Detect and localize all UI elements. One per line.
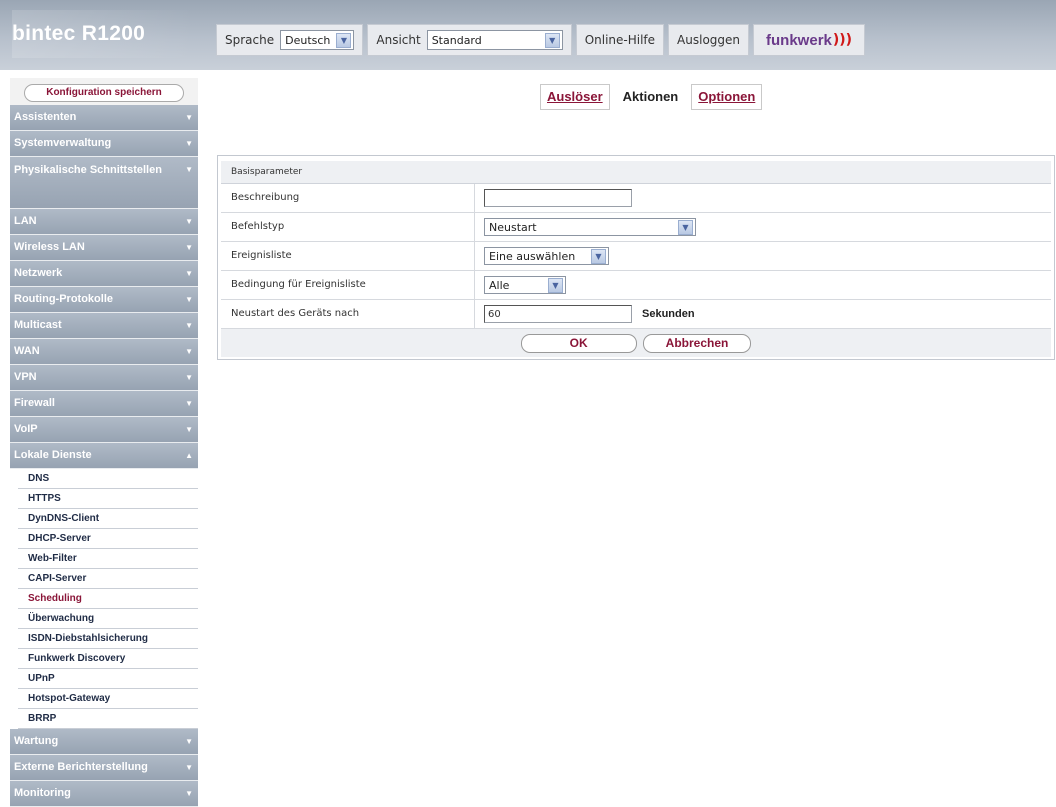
chevron-down-icon: ▼ <box>185 347 193 356</box>
language-label: Sprache <box>225 33 275 47</box>
chevron-down-icon: ▼ <box>185 139 193 148</box>
sidebar-subitem-dns[interactable]: DNS <box>18 469 198 489</box>
form-panel: Basisparameter Beschreibung Befehlstyp N… <box>217 155 1055 360</box>
chevron-down-icon: ▼ <box>185 737 193 746</box>
chevron-down-icon: ▼ <box>185 113 193 122</box>
row-description: Beschreibung <box>221 184 1051 213</box>
row-event-list: Ereignisliste Eine auswählen ▼ <box>221 242 1051 271</box>
sidebar-subitem-ueberwachung[interactable]: Überwachung <box>18 609 198 629</box>
sidebar-subitem-isdn-diebstahlsicherung[interactable]: ISDN-Diebstahlsicherung <box>18 629 198 649</box>
chevron-down-icon: ▼ <box>185 789 193 798</box>
view-selector: Ansicht Standard ▼ <box>367 24 572 56</box>
sidebar-item-multicast[interactable]: Multicast ▼ <box>10 313 198 339</box>
tab-aktionen[interactable]: Aktionen <box>615 84 686 110</box>
sidebar-nav: Konfiguration speichern Assistenten ▼ Sy… <box>10 78 198 807</box>
chevron-down-icon: ▼ <box>185 321 193 330</box>
header-bar: bintec R1200 Sprache Deutsch ▼ Ansicht S… <box>0 0 1056 70</box>
sidebar-item-wireless-lan[interactable]: Wireless LAN ▼ <box>10 235 198 261</box>
sidebar-item-vpn[interactable]: VPN ▼ <box>10 365 198 391</box>
brand-title: bintec R1200 <box>12 10 197 58</box>
chevron-down-icon: ▼ <box>185 165 193 174</box>
sidebar-item-externe-berichterstellung[interactable]: Externe Berichterstellung ▼ <box>10 755 198 781</box>
chevron-down-icon: ▼ <box>185 217 193 226</box>
chevron-down-icon: ▼ <box>678 219 693 235</box>
save-configuration-button[interactable]: Konfiguration speichern <box>24 84 184 102</box>
sidebar-subitem-capi-server[interactable]: CAPI-Server <box>18 569 198 589</box>
language-select[interactable]: Deutsch ▼ <box>280 30 355 50</box>
cancel-button[interactable]: Abbrechen <box>642 333 752 353</box>
language-selector: Sprache Deutsch ▼ <box>216 24 364 56</box>
chevron-down-icon: ▼ <box>185 763 193 772</box>
submenu-lokale-dienste: DNS HTTPS DynDNS-Client DHCP-Server Web-… <box>10 469 198 729</box>
sidebar-subitem-upnp[interactable]: UPnP <box>18 669 198 689</box>
row-command-type: Befehlstyp Neustart ▼ <box>221 213 1051 242</box>
event-list-select[interactable]: Eine auswählen ▼ <box>484 247 609 265</box>
ok-button[interactable]: OK <box>520 333 637 353</box>
condition-label: Bedingung für Ereignisliste <box>221 271 475 299</box>
description-input[interactable] <box>484 189 632 207</box>
sidebar-item-wartung[interactable]: Wartung ▼ <box>10 729 198 755</box>
event-list-label: Ereignisliste <box>221 242 475 270</box>
reboot-delay-label: Neustart des Geräts nach <box>221 300 475 328</box>
signal-waves-icon: ))) <box>832 32 853 48</box>
chevron-down-icon: ▼ <box>185 425 193 434</box>
sidebar-subitem-funkwerk-discovery[interactable]: Funkwerk Discovery <box>18 649 198 669</box>
sidebar-item-assistenten[interactable]: Assistenten ▼ <box>10 105 198 131</box>
chevron-down-icon: ▼ <box>185 243 193 252</box>
top-toolbar: Sprache Deutsch ▼ Ansicht Standard ▼ Onl… <box>216 24 916 56</box>
reboot-delay-unit: Sekunden <box>642 308 695 320</box>
chevron-down-icon: ▼ <box>185 399 193 408</box>
sidebar-subitem-https[interactable]: HTTPS <box>18 489 198 509</box>
sidebar-subitem-scheduling[interactable]: Scheduling <box>18 589 198 609</box>
sidebar-item-netzwerk[interactable]: Netzwerk ▼ <box>10 261 198 287</box>
tab-ausloeser[interactable]: Auslöser <box>540 84 610 110</box>
button-row: OK Abbrechen <box>221 329 1051 357</box>
funkwerk-logo-text: funkwerk <box>766 31 832 49</box>
sidebar-subitem-web-filter[interactable]: Web-Filter <box>18 549 198 569</box>
reboot-delay-input[interactable] <box>484 305 632 323</box>
row-reboot-delay: Neustart des Geräts nach Sekunden <box>221 300 1051 329</box>
chevron-down-icon: ▼ <box>548 277 563 293</box>
section-title: Basisparameter <box>221 161 1051 184</box>
funkwerk-logo: funkwerk ))) <box>753 24 866 56</box>
sidebar-item-firewall[interactable]: Firewall ▼ <box>10 391 198 417</box>
sidebar-subitem-dhcp-server[interactable]: DHCP-Server <box>18 529 198 549</box>
view-label: Ansicht <box>376 33 421 47</box>
sidebar-item-voip[interactable]: VoIP ▼ <box>10 417 198 443</box>
chevron-down-icon: ▼ <box>185 295 193 304</box>
row-condition: Bedingung für Ereignisliste Alle ▼ <box>221 271 1051 300</box>
sidebar-item-lan[interactable]: LAN ▼ <box>10 209 198 235</box>
chevron-down-icon: ▼ <box>185 373 193 382</box>
tab-optionen[interactable]: Optionen <box>691 84 763 110</box>
tab-bar: Auslöser Aktionen Optionen <box>540 84 763 110</box>
sidebar-item-monitoring[interactable]: Monitoring ▼ <box>10 781 198 807</box>
chevron-down-icon: ▼ <box>544 32 560 48</box>
chevron-down-icon: ▼ <box>185 269 193 278</box>
condition-select[interactable]: Alle ▼ <box>484 276 566 294</box>
sidebar-item-wan[interactable]: WAN ▼ <box>10 339 198 365</box>
chevron-down-icon: ▼ <box>591 248 606 264</box>
view-select[interactable]: Standard ▼ <box>426 30 563 50</box>
sidebar-item-lokale-dienste[interactable]: Lokale Dienste ▲ <box>10 443 198 469</box>
sidebar-subitem-brrp[interactable]: BRRP <box>18 709 198 729</box>
sidebar-item-routing-protokolle[interactable]: Routing-Protokolle ▼ <box>10 287 198 313</box>
sidebar-item-systemverwaltung[interactable]: Systemverwaltung ▼ <box>10 131 198 157</box>
online-help-link[interactable]: Online-Hilfe <box>575 24 665 56</box>
chevron-up-icon: ▲ <box>185 451 193 460</box>
logout-link[interactable]: Ausloggen <box>668 24 750 56</box>
command-type-select[interactable]: Neustart ▼ <box>484 218 696 236</box>
chevron-down-icon: ▼ <box>336 32 352 48</box>
sidebar-item-physikalische-schnittstellen[interactable]: Physikalische Schnittstellen ▼ <box>10 157 198 209</box>
sidebar-subitem-dyndns-client[interactable]: DynDNS-Client <box>18 509 198 529</box>
command-type-label: Befehlstyp <box>221 213 475 241</box>
description-label: Beschreibung <box>221 184 475 212</box>
sidebar-subitem-hotspot-gateway[interactable]: Hotspot-Gateway <box>18 689 198 709</box>
